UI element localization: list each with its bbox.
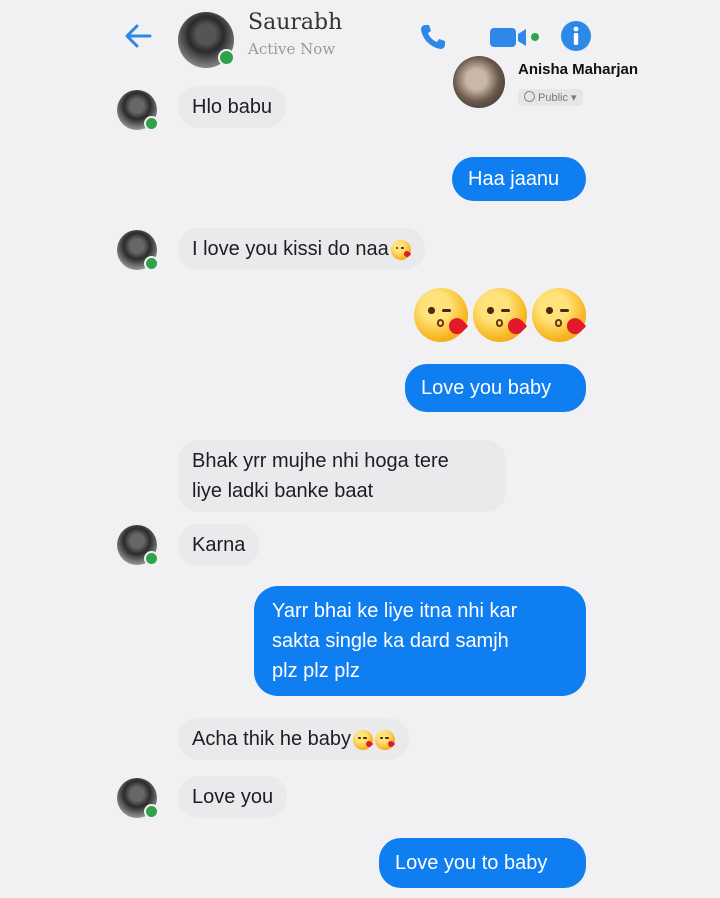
kiss-emoji-icon — [414, 288, 469, 342]
video-camera-icon[interactable] — [488, 24, 546, 50]
message-text: I love you kissi do naa — [192, 238, 389, 260]
message-text-line: Yarr bhai ke liye itna nhi kar — [272, 600, 518, 622]
incoming-message[interactable]: Love you — [178, 776, 288, 818]
message-text: Haa jaanu — [468, 168, 560, 190]
message-text: Love you — [192, 786, 274, 808]
message-text: Love you baby — [421, 377, 552, 399]
outgoing-message[interactable]: Haa jaanu — [452, 157, 586, 201]
back-arrow-icon[interactable] — [120, 18, 156, 54]
info-icon[interactable] — [560, 20, 592, 52]
outgoing-message[interactable]: Love you to baby — [379, 838, 586, 888]
message-text-line: Bhak yrr mujhe nhi hoga tere — [192, 450, 449, 472]
kiss-emoji-icon — [473, 288, 528, 342]
overlay-avatar — [453, 56, 505, 108]
contact-name[interactable]: Saurabh — [248, 10, 342, 35]
incoming-message[interactable]: Acha thik he baby — [178, 718, 409, 760]
privacy-badge: Public ▾ — [518, 89, 583, 106]
kiss-emoji-icon — [532, 288, 587, 342]
online-indicator — [144, 551, 159, 566]
outgoing-message[interactable]: Love you baby — [405, 364, 586, 412]
online-indicator — [144, 256, 159, 271]
kiss-emoji-icon — [375, 729, 396, 750]
incoming-message[interactable]: Bhak yrr mujhe nhi hoga tere liye ladki … — [178, 440, 506, 512]
sender-avatar[interactable] — [117, 90, 159, 131]
message-text: Hlo babu — [192, 96, 273, 118]
contact-avatar[interactable] — [178, 12, 235, 68]
overlay-profile-name: Anisha Maharjan — [518, 61, 639, 78]
online-indicator — [144, 804, 159, 819]
sender-avatar[interactable] — [117, 778, 159, 819]
message-text: Love you to baby — [395, 852, 548, 874]
incoming-message[interactable]: Hlo babu — [178, 86, 287, 128]
emoji-message[interactable] — [414, 288, 587, 344]
kiss-emoji-icon — [390, 239, 411, 260]
message-text-line: sakta single ka dard samjh — [272, 630, 509, 652]
message-text: Karna — [192, 534, 246, 556]
contact-status: Active Now — [248, 40, 336, 58]
message-text-line: liye ladki banke baat — [192, 480, 374, 502]
sender-avatar[interactable] — [117, 230, 159, 271]
sender-avatar[interactable] — [117, 525, 159, 566]
message-text-line: plz plz plz — [272, 660, 360, 682]
outgoing-message[interactable]: Yarr bhai ke liye itna nhi kar sakta sin… — [254, 586, 586, 696]
message-text: Acha thik he baby — [192, 728, 351, 750]
incoming-message[interactable]: Karna — [178, 524, 260, 566]
kiss-emoji-icon — [353, 729, 374, 750]
phone-icon[interactable] — [418, 22, 448, 52]
privacy-label: Public — [538, 92, 568, 104]
incoming-message[interactable]: I love you kissi do naa — [178, 228, 425, 270]
online-indicator — [218, 49, 235, 66]
online-indicator — [144, 116, 159, 131]
globe-icon — [524, 91, 535, 102]
